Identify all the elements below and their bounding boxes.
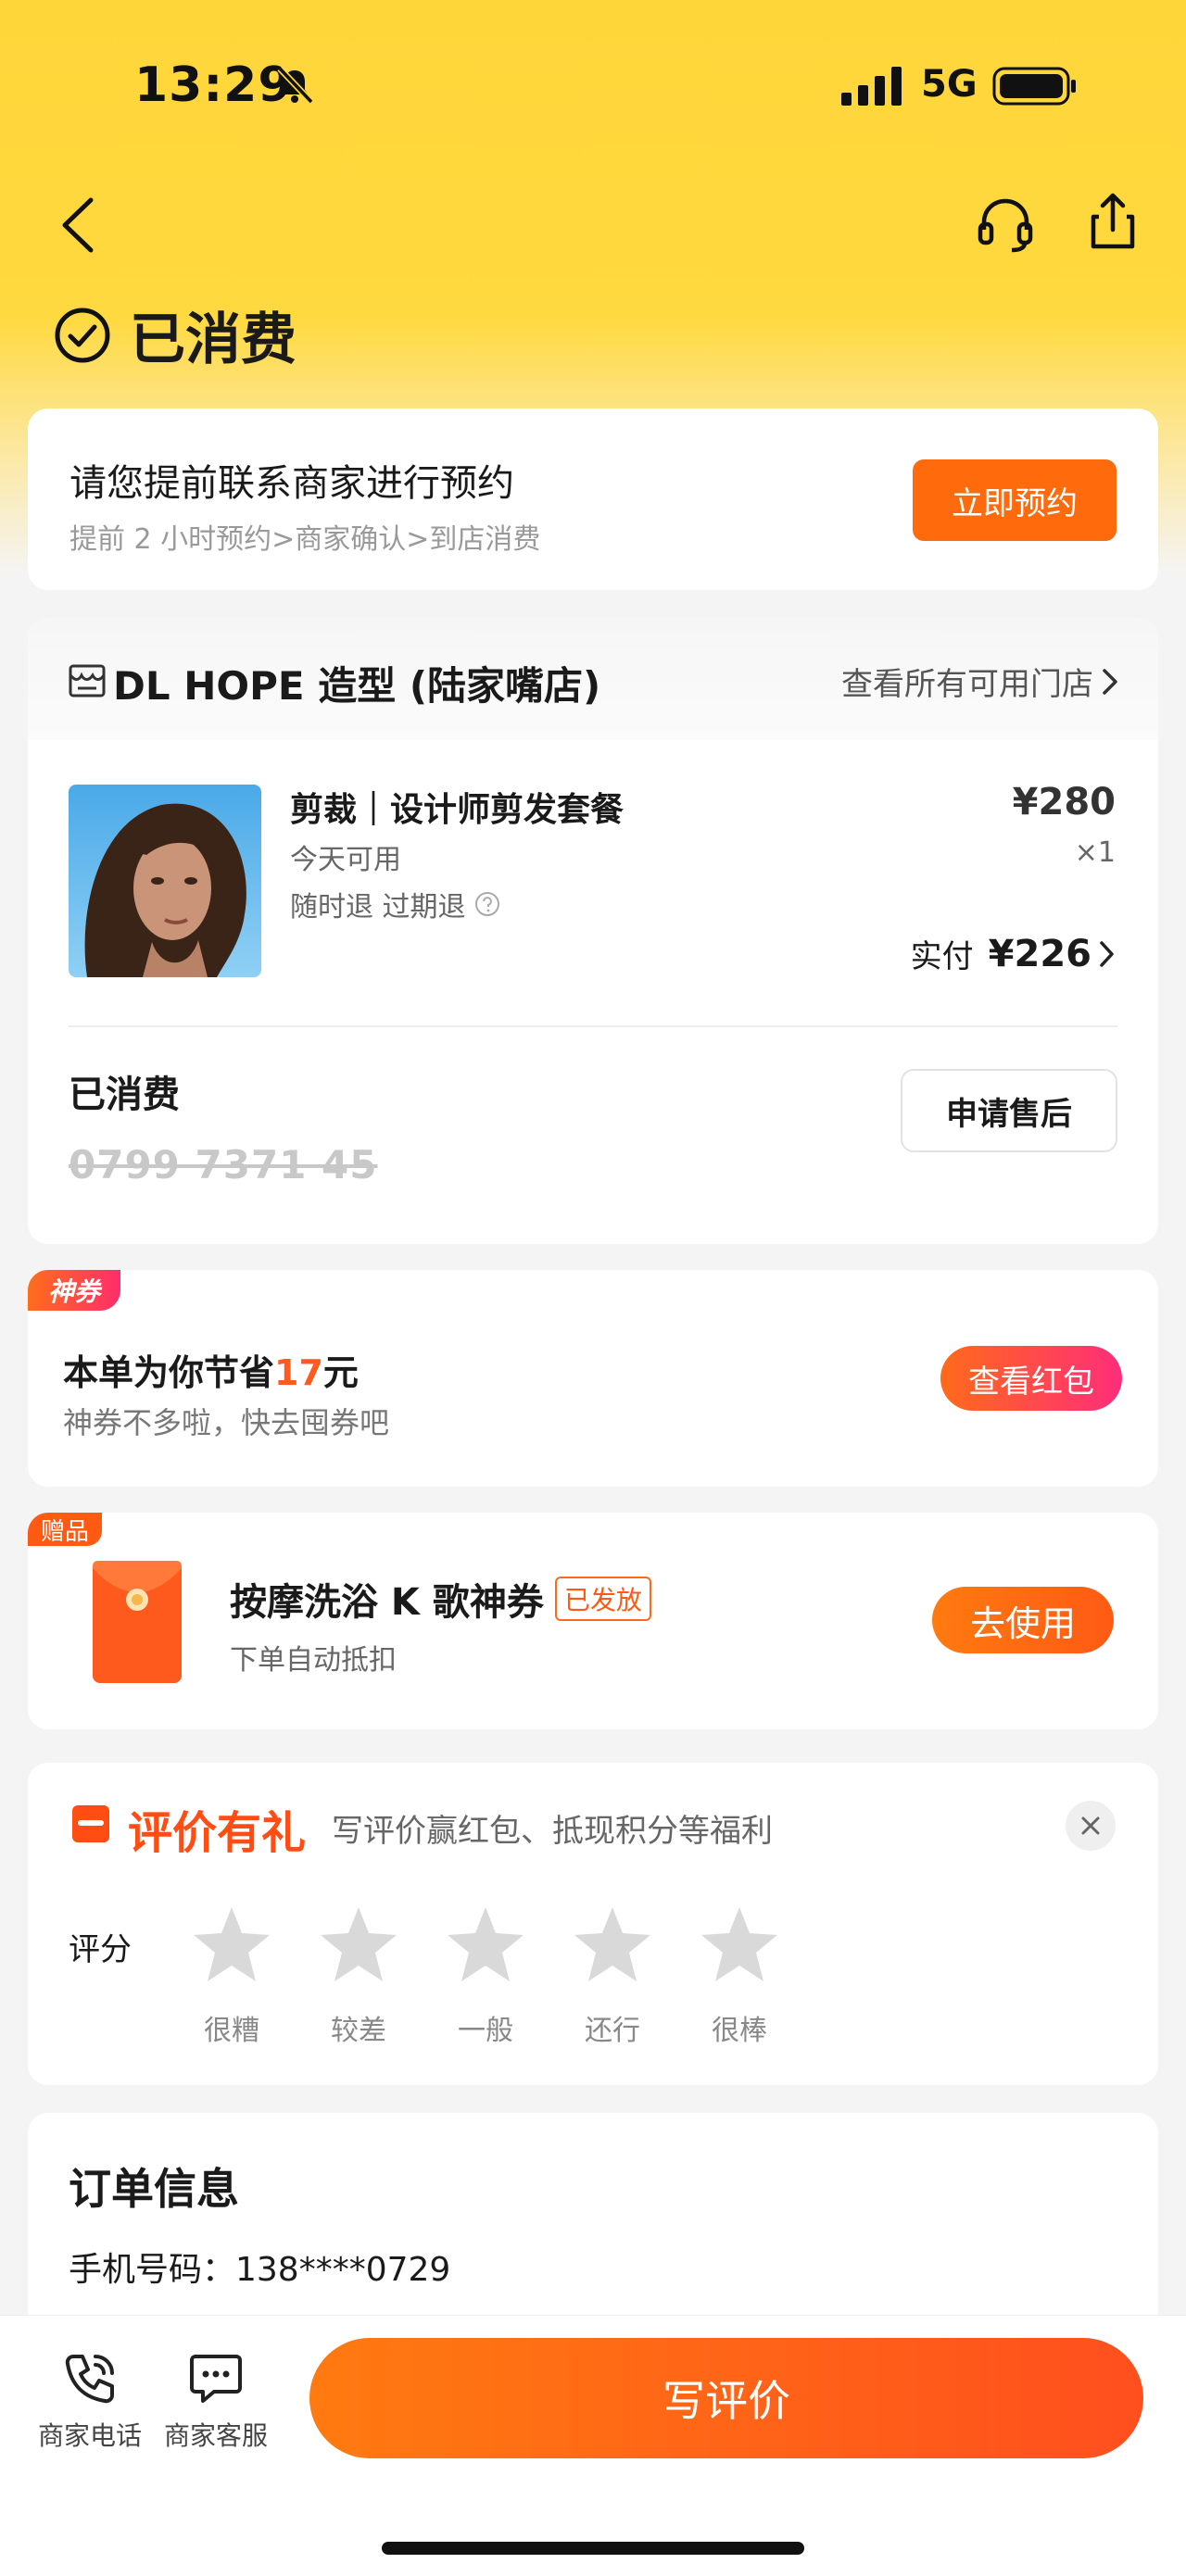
gift-box-icon [72, 1805, 109, 1842]
write-review-button[interactable]: 写评价 [309, 2338, 1143, 2458]
merchant-service-button[interactable]: 商家客服 [156, 2349, 276, 2453]
gift-title-row: 按摩洗浴 K 歌神券 已发放 [230, 1572, 651, 1626]
star-icon-4[interactable] [571, 1904, 654, 1987]
star-label-1: 很糟 [204, 2015, 259, 2047]
merchant-phone-label: 商家电话 [37, 2420, 142, 2451]
star-icon-1[interactable] [190, 1904, 273, 1987]
review-subtitle: 写评价赢红包、抵现积分等福利 [332, 1813, 773, 1850]
coupon-title: 本单为你节省17元 [63, 1344, 359, 1395]
coupon-title-prefix: 本单为你节省 [63, 1352, 275, 1393]
product-image[interactable] [69, 785, 261, 977]
coupon-card: 神券 本单为你节省17元 神券不多啦，快去囤券吧 查看红包 [28, 1270, 1158, 1487]
status-time: 13:29 [134, 57, 293, 113]
view-red-packet-button[interactable]: 查看红包 [940, 1346, 1122, 1411]
order-status-title: 已消费 [130, 308, 296, 372]
question-circle-icon[interactable] [473, 890, 501, 918]
use-gift-button[interactable]: 去使用 [932, 1587, 1114, 1653]
review-title: 评价有礼 [128, 1807, 307, 1859]
star-icon-2[interactable] [317, 1904, 400, 1987]
status-bar: 13:29 5G [0, 0, 1186, 167]
paid-label: 实付 [910, 938, 974, 975]
bell-slash-icon [277, 66, 314, 105]
view-all-stores-label: 查看所有可用门店 [841, 666, 1093, 703]
shop-header: DL HOPE 造型 (陆家嘴店) 查看所有可用门店 [28, 618, 1158, 740]
shop-name[interactable]: DL HOPE 造型 (陆家嘴店) [113, 655, 600, 711]
reserve-subtitle: 提前 2 小时预约>商家确认>到店消费 [69, 523, 541, 556]
product-name[interactable]: 剪裁｜设计师剪发套餐 [290, 783, 624, 831]
star-label-5: 很棒 [712, 2015, 767, 2047]
star-label-2: 较差 [331, 2015, 386, 2047]
divider [69, 1025, 1117, 1027]
bottom-action-bar: 商家电话 商家客服 写评价 [0, 2315, 1186, 2576]
star-icon-3[interactable] [444, 1904, 527, 1987]
refund-policy: 随时退 过期退 [290, 884, 501, 924]
star-label-3: 一般 [458, 2015, 513, 2047]
chat-icon [190, 2355, 242, 2403]
merchant-phone-button[interactable]: 商家电话 [30, 2349, 150, 2453]
after-sale-button[interactable]: 申请售后 [901, 1069, 1117, 1152]
product-availability: 今天可用 [290, 844, 401, 876]
product-quantity: ×1 [1074, 836, 1116, 869]
chevron-right-icon [1100, 940, 1114, 967]
paid-amount-row[interactable]: 实付 ¥226 [911, 931, 1117, 976]
coupon-subtitle: 神券不多啦，快去囤券吧 [63, 1405, 390, 1440]
refund-policy-text: 随时退 过期退 [290, 891, 466, 924]
review-card: 评价有礼 写评价赢红包、抵现积分等福利 评分 很糟 较差 一般 还行 很棒 [28, 1763, 1158, 2085]
voucher-code: 0799 7371 45 [69, 1142, 378, 1187]
signal-icon [841, 67, 902, 106]
view-all-stores-link[interactable]: 查看所有可用门店 [841, 659, 1121, 704]
merchant-service-label: 商家客服 [163, 2420, 268, 2451]
check-circle-icon [55, 308, 110, 362]
network-label: 5G [921, 63, 978, 106]
gift-title: 按摩洗浴 K 歌神券 [230, 1581, 544, 1624]
order-card: DL HOPE 造型 (陆家嘴店) 查看所有可用门店 剪裁｜设计师剪发套餐 今天… [28, 618, 1158, 1244]
close-review-button[interactable] [1066, 1801, 1116, 1851]
coupon-saving-amount: 17 [274, 1352, 323, 1393]
battery-icon [992, 67, 1076, 106]
reserve-now-button[interactable]: 立即预约 [913, 459, 1117, 541]
back-icon[interactable] [56, 195, 102, 256]
star-label-4: 还行 [585, 2015, 640, 2047]
coupon-tag: 神券 [28, 1270, 120, 1311]
phone-icon [65, 2355, 114, 2404]
store-icon [69, 664, 106, 697]
order-phone: 手机号码：138****0729 [69, 2251, 451, 2289]
gift-tag: 赠品 [28, 1513, 102, 1546]
order-info-title: 订单信息 [69, 2164, 239, 2214]
gift-status-badge: 已发放 [554, 1577, 651, 1621]
rating-label: 评分 [69, 1931, 132, 1968]
reserve-card: 请您提前联系商家进行预约 提前 2 小时预约>商家确认>到店消费 立即预约 [28, 408, 1158, 590]
red-envelope-icon [93, 1561, 182, 1683]
gift-card: 赠品 按摩洗浴 K 歌神券 已发放 下单自动抵扣 去使用 [28, 1513, 1158, 1729]
voucher-status: 已消费 [69, 1074, 180, 1116]
product-price: ¥280 [1012, 781, 1116, 823]
headset-icon[interactable] [975, 193, 1036, 254]
reserve-title: 请您提前联系商家进行预约 [69, 462, 514, 505]
close-icon [1081, 1816, 1100, 1835]
order-status-heading: 已消费 [54, 295, 296, 375]
star-icon-5[interactable] [698, 1904, 781, 1987]
gift-subtitle: 下单自动抵扣 [230, 1644, 397, 1677]
chevron-right-icon [1103, 668, 1117, 695]
home-indicator [382, 2542, 804, 2555]
share-icon[interactable] [1082, 191, 1143, 252]
coupon-title-suffix: 元 [322, 1352, 359, 1393]
paid-value: ¥226 [988, 932, 1091, 975]
